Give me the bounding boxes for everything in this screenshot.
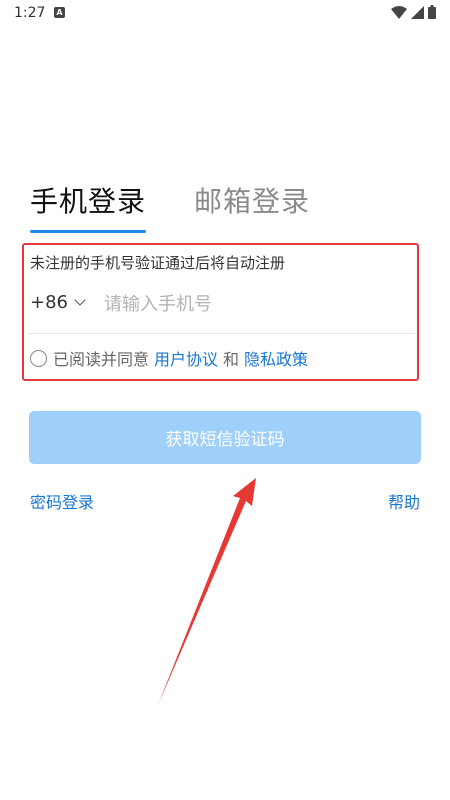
agreement-and: 和 <box>223 350 240 369</box>
wifi-icon <box>391 5 407 19</box>
status-time: 1:27 <box>14 5 46 21</box>
privacy-policy-link[interactable]: 隐私政策 <box>244 346 308 370</box>
status-icons <box>391 5 436 19</box>
registration-hint: 未注册的手机号验证通过后将自动注册 <box>30 254 286 272</box>
password-login-link[interactable]: 密码登录 <box>30 489 94 513</box>
get-sms-code-button[interactable]: 获取短信验证码 <box>29 411 421 464</box>
country-code-selector[interactable]: +86 <box>30 292 86 313</box>
tab-email-login[interactable]: 邮箱登录 <box>194 180 310 220</box>
agreement-prefix: 已阅读并同意 <box>53 350 150 369</box>
status-bar: 1:27 A <box>0 0 450 28</box>
input-divider <box>28 333 415 334</box>
battery-icon <box>428 5 436 19</box>
help-link[interactable]: 帮助 <box>388 489 420 513</box>
app-notification-icon: A <box>54 7 65 18</box>
signal-icon <box>411 5 424 19</box>
phone-number-input[interactable] <box>104 286 404 322</box>
agreement-row: 已阅读并同意 用户协议 和 隐私政策 <box>30 346 308 370</box>
active-tab-indicator <box>30 230 146 233</box>
annotation-arrow <box>158 478 256 705</box>
country-code-label: +86 <box>30 292 68 313</box>
user-agreement-link[interactable]: 用户协议 <box>154 346 218 370</box>
tab-phone-login[interactable]: 手机登录 <box>30 180 146 220</box>
chevron-down-icon <box>74 294 86 306</box>
agreement-checkbox[interactable] <box>30 349 47 367</box>
